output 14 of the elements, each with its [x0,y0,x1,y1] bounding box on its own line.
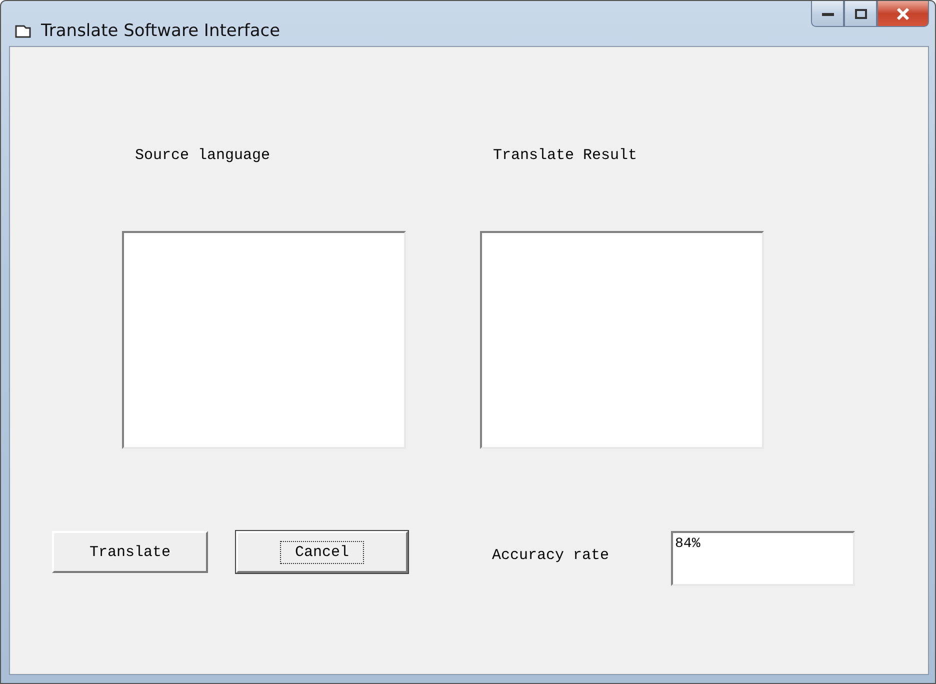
maximize-button[interactable] [844,1,877,27]
window-title: Translate Software Interface [41,21,280,41]
pane-label: Translate Result [493,147,638,165]
dialog-button[interactable]: Cancel [236,531,408,573]
app-icon [15,24,31,38]
maximize-icon [854,8,866,18]
accuracy-field[interactable]: 84% [671,531,856,586]
dialog-button[interactable]: Translate [52,531,208,573]
close-button[interactable] [877,1,929,27]
pane-label: Source language [135,147,272,165]
minimize-icon [822,10,834,16]
accuracy-label: Accuracy rate [492,547,610,564]
minimize-button[interactable] [811,1,844,27]
close-icon [896,8,910,20]
